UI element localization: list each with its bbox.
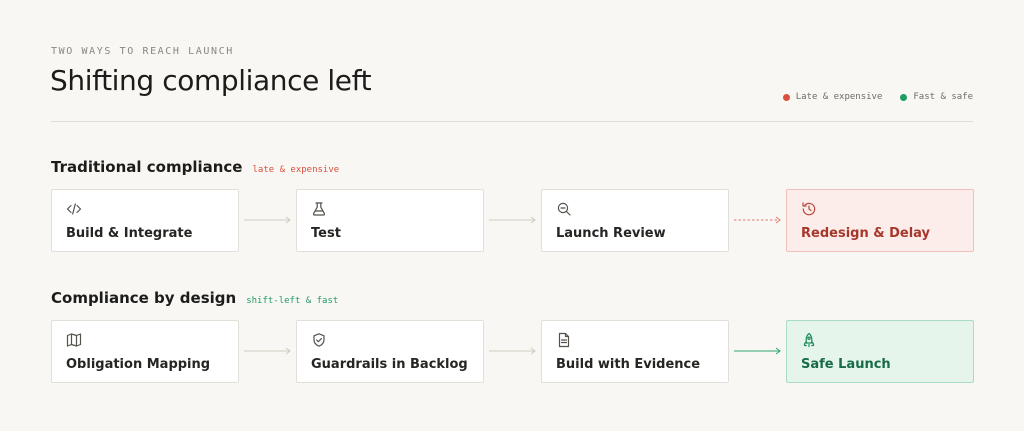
traditional-flow: Build & Integrate Test Launch Review Red… [51,189,974,252]
flow-arrow-green [734,347,781,355]
shield-check-icon [311,332,327,348]
section-by-design-title: Compliance by design [51,289,237,307]
eyebrow-label: TWO WAYS TO REACH LAUNCH [51,46,234,57]
flow-arrow [244,347,291,355]
section-by-design-header: Compliance by design shift-left & fast [51,289,338,307]
legend: Late & expensive Fast & safe [782,92,973,102]
section-traditional-header: Traditional compliance late & expensive [51,158,339,176]
code-icon [66,201,82,217]
legend-item-late: Late & expensive [782,92,883,102]
history-icon [801,201,817,217]
step-build-integrate: Build & Integrate [51,189,239,252]
flask-icon [311,201,327,217]
flow-arrow-dashed [734,216,781,224]
flow-arrow [489,347,536,355]
section-by-design-tag: shift-left & fast [246,296,339,306]
by-design-flow: Obligation Mapping Guardrails in Backlog… [51,320,974,383]
step-safe-launch: Safe Launch [786,320,974,383]
step-label: Build & Integrate [66,226,193,241]
step-build-evidence: Build with Evidence [541,320,729,383]
page-title: Shifting compliance left [50,64,372,97]
step-redesign-delay: Redesign & Delay [786,189,974,252]
flow-arrow [244,216,291,224]
step-test: Test [296,189,484,252]
step-launch-review: Launch Review [541,189,729,252]
map-icon [66,332,82,348]
step-guardrails-backlog: Guardrails in Backlog [296,320,484,383]
step-obligation-mapping: Obligation Mapping [51,320,239,383]
legend-label-fast: Fast & safe [913,92,973,102]
step-label: Guardrails in Backlog [311,357,468,372]
step-label: Launch Review [556,226,666,241]
section-traditional-tag: late & expensive [252,165,340,175]
rocket-icon [801,332,817,348]
step-label: Build with Evidence [556,357,701,372]
legend-item-fast: Fast & safe [900,92,973,102]
legend-label-late: Late & expensive [795,92,883,102]
step-label: Test [311,226,341,241]
step-label: Obligation Mapping [66,357,211,372]
legend-dot-green [900,93,908,101]
flow-arrow [489,216,536,224]
magnifier-icon [556,201,572,217]
step-label: Safe Launch [801,357,891,372]
section-traditional-title: Traditional compliance [51,158,243,176]
step-label: Redesign & Delay [801,226,931,241]
header-divider [51,121,973,122]
legend-dot-red [782,93,790,101]
document-icon [556,332,572,348]
